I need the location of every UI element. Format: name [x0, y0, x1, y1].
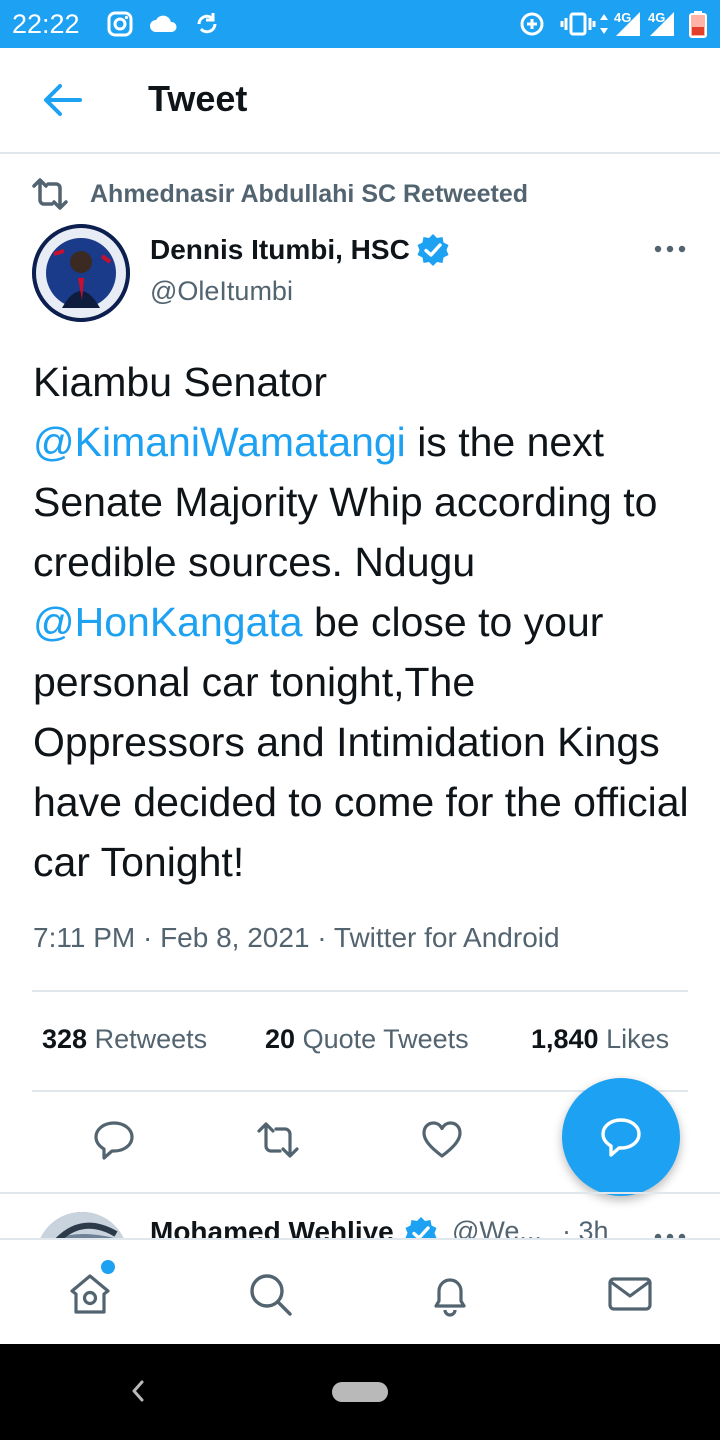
arrow-left-icon[interactable] [40, 82, 84, 118]
signal-icon-1 [616, 12, 640, 36]
retweets-stat[interactable]: 328 Retweets [42, 1024, 207, 1055]
tweet-stats: 328 Retweets 20 Quote Tweets 1,840 Likes [42, 1024, 702, 1064]
retweets-label: Retweets [94, 1024, 208, 1054]
reply-time: · 3h [562, 1216, 609, 1238]
author-handle[interactable]: @OleItumbi [150, 276, 293, 307]
retweeted-by-label: Ahmednasir Abdullahi SC Retweeted [90, 180, 529, 208]
likes-count: 1,840 [531, 1024, 599, 1054]
mail-icon[interactable] [606, 1270, 654, 1318]
retweet-icon[interactable] [256, 1118, 300, 1162]
new-content-dot [101, 1260, 115, 1274]
likes-label: Likes [606, 1024, 670, 1054]
bell-icon[interactable] [426, 1270, 474, 1318]
compose-reply-button[interactable] [562, 1078, 680, 1196]
system-nav-bar [0, 1344, 720, 1440]
quotes-count: 20 [265, 1024, 296, 1054]
reply-icon[interactable] [92, 1118, 136, 1162]
app-bar: Tweet [0, 48, 720, 154]
reply-preview[interactable]: Mohamed Wehliye @We... · 3h [0, 1192, 720, 1238]
reply-avatar[interactable] [36, 1212, 128, 1238]
tweet-text-part-1: Kiambu Senator [33, 359, 328, 405]
retweets-count: 328 [42, 1024, 88, 1054]
avatar-image [32, 224, 130, 322]
compose-reply-icon [601, 1118, 641, 1157]
mention-link[interactable]: @KimaniWamatangi [33, 419, 406, 465]
data-saver-icon [520, 12, 544, 36]
status-bar: 22:22 4G 4G [0, 0, 720, 48]
vibrate-icon [560, 12, 596, 36]
avatar[interactable] [32, 224, 130, 322]
quotes-label: Quote Tweets [302, 1024, 469, 1054]
sync-icon [197, 13, 217, 34]
tweet-text: Kiambu Senator @KimaniWamatangi is the ne… [33, 352, 698, 892]
chevron-left-icon[interactable] [128, 1376, 148, 1406]
more-icon[interactable] [650, 236, 690, 262]
home-gesture-pill[interactable] [332, 1382, 388, 1402]
battery-icon [689, 11, 707, 38]
heart-icon[interactable] [420, 1118, 464, 1162]
author-name[interactable]: Dennis Itumbi, HSC [150, 234, 410, 266]
data-arrows-icon [600, 14, 608, 34]
reply-author-name[interactable]: Mohamed Wehliye [150, 1216, 394, 1238]
tweet-timestamp: 7:11 PM · Feb 8, 2021 · Twitter for Andr… [33, 922, 560, 953]
bottom-nav [0, 1238, 720, 1344]
status-time: 22:22 [12, 9, 80, 39]
reply-avatar-image [36, 1212, 128, 1238]
page-title: Tweet [148, 78, 248, 119]
likes-stat[interactable]: 1,840 Likes [531, 1024, 669, 1055]
reply-author-handle: @We... [452, 1216, 542, 1238]
verified-badge-icon [417, 234, 449, 266]
divider [32, 990, 688, 992]
instagram-icon [107, 11, 133, 37]
more-icon[interactable] [650, 1224, 690, 1238]
signal-icon-2 [650, 12, 674, 36]
mention-link[interactable]: @HonKangata [33, 599, 303, 645]
home-icon[interactable] [66, 1270, 114, 1318]
retweet-icon [32, 178, 68, 210]
search-icon[interactable] [246, 1270, 294, 1318]
quote-tweets-stat[interactable]: 20 Quote Tweets [265, 1024, 469, 1055]
verified-badge-icon [405, 1217, 437, 1238]
cloud-icon [150, 15, 177, 32]
